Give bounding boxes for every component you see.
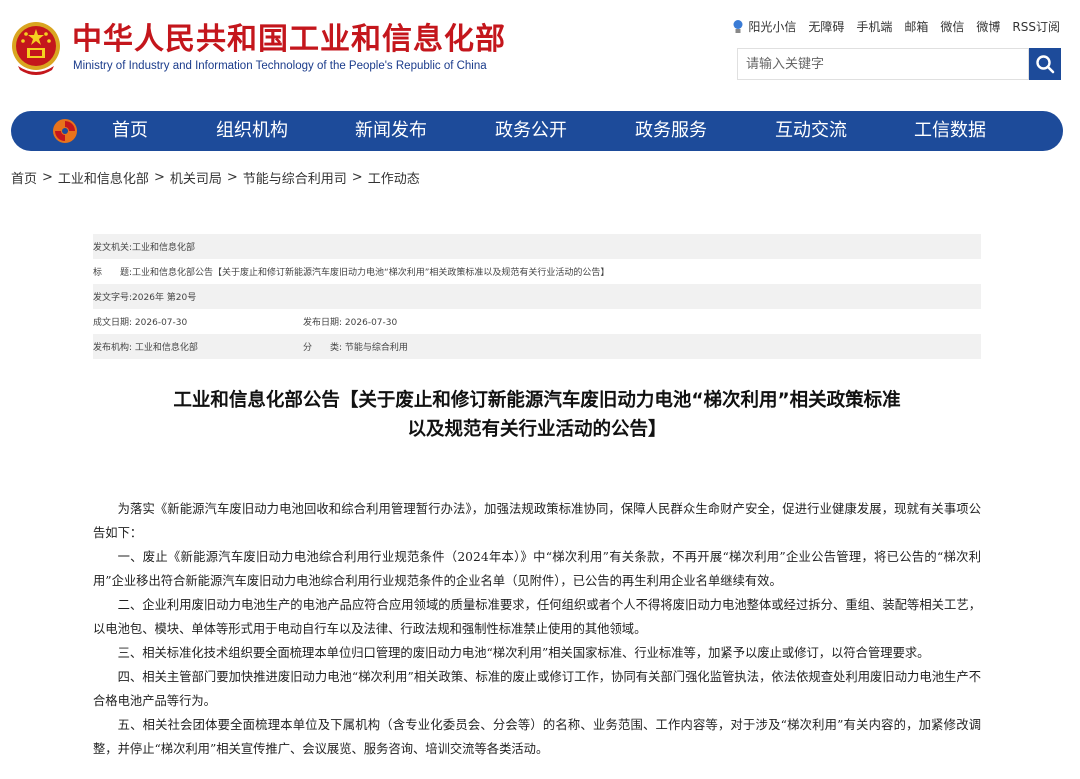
nav-item-data[interactable]: 工信数据 — [914, 111, 986, 151]
top-link-rss[interactable]: RSS订阅 — [1012, 18, 1060, 35]
top-link-accessibility[interactable]: 无障碍 — [808, 18, 844, 35]
nav-item-organization[interactable]: 组织机构 — [216, 111, 288, 151]
meta-value: 节能与综合利用 — [344, 343, 408, 353]
breadcrumb-separator: > — [226, 170, 238, 185]
meta-label: 发布机构: — [93, 343, 133, 353]
meta-value: 2026-07-30 — [134, 318, 188, 328]
top-link-weibo[interactable]: 微博 — [976, 18, 1000, 35]
article-paragraph: 为落实《新能源汽车废旧动力电池回收和综合利用管理暂行办法》，加强法规政策标准协同… — [93, 502, 981, 540]
search-icon — [1036, 55, 1055, 74]
breadcrumb-departments[interactable]: 机关司局 — [170, 168, 222, 187]
breadcrumb-work-updates[interactable]: 工作动态 — [368, 168, 420, 187]
meta-row-title: 标 题: 工业和信息化部公告【关于废止和修订新能源汽车废旧动力电池“梯次利用”相… — [93, 259, 981, 284]
breadcrumb-energy-dept[interactable]: 节能与综合利用司 — [243, 168, 347, 187]
nav-item-home[interactable]: 首页 — [112, 111, 148, 151]
meta-value: 工业和信息化部 — [134, 343, 198, 353]
top-link-mobile[interactable]: 手机端 — [856, 18, 892, 35]
meta-org: 发布机构: 工业和信息化部 — [93, 340, 303, 353]
article-paragraph: 四、相关主管部门要加快推进废旧动力电池“梯次利用”相关政策、标准的废止或修订工作… — [93, 670, 981, 708]
meta-label: 发布日期: — [303, 318, 343, 328]
document-meta-table: 发文机关: 工业和信息化部 标 题: 工业和信息化部公告【关于废止和修订新能源汽… — [93, 234, 981, 359]
meta-label: 发文字号: — [93, 293, 133, 303]
meta-row-dates: 成文日期: 2026-07-30 发布日期: 2026-07-30 — [93, 309, 981, 334]
breadcrumb-home[interactable]: 首页 — [11, 168, 37, 187]
nav-item-interaction[interactable]: 互动交流 — [775, 111, 847, 151]
site-title[interactable]: 中华人民共和国工业和信息化部 — [72, 22, 506, 58]
breadcrumb-separator: > — [42, 170, 53, 185]
meta-category: 分 类: 节能与综合利用 — [303, 340, 408, 353]
meta-published: 发布日期: 2026-07-30 — [303, 315, 397, 328]
national-emblem-icon[interactable] — [10, 20, 62, 78]
ministry-logo-icon[interactable] — [51, 117, 79, 145]
site-subtitle: Ministry of Industry and Information Tec… — [73, 60, 487, 72]
meta-label: 发文机关: — [93, 243, 133, 253]
search-button[interactable] — [1029, 48, 1061, 80]
breadcrumb-separator: > — [153, 170, 165, 185]
meta-created: 成文日期: 2026-07-30 — [93, 315, 303, 328]
meta-value: 工业和信息化部 — [132, 243, 196, 253]
article-title-line: 工业和信息化部公告【关于废止和修订新能源汽车废旧动力电池“梯次利用”相关政策标准 — [173, 390, 901, 411]
breadcrumb: 首页 > 工业和信息化部 > 机关司局 > 节能与综合利用司 > 工作动态 — [11, 168, 420, 187]
breadcrumb-ministry[interactable]: 工业和信息化部 — [58, 168, 149, 187]
top-links: 阳光小信 无障碍 手机端 邮箱 微信 微博 RSS订阅 — [732, 18, 1060, 35]
meta-label: 分 类: — [303, 343, 343, 353]
article-paragraph: 五、相关社会团体要全面梳理本单位及下属机构（含专业化委员会、分会等）的名称、业务… — [93, 718, 981, 756]
meta-row-issuer: 发文机关: 工业和信息化部 — [93, 234, 981, 259]
article-body: 为落实《新能源汽车废旧动力电池回收和综合利用管理暂行办法》，加强法规政策标准协同… — [93, 497, 981, 761]
meta-value: 2026年 第20号 — [132, 293, 197, 303]
top-link-wechat[interactable]: 微信 — [940, 18, 964, 35]
nav-item-news[interactable]: 新闻发布 — [355, 111, 427, 151]
article-title-line: 以及规范有关行业活动的公告】 — [407, 419, 667, 440]
top-link-sunshine[interactable]: 阳光小信 — [748, 18, 796, 35]
nav-item-government-affairs[interactable]: 政务公开 — [495, 111, 567, 151]
meta-row-doc-number: 发文字号: 2026年 第20号 — [93, 284, 981, 309]
search-input[interactable] — [737, 48, 1029, 80]
breadcrumb-separator: > — [351, 170, 363, 185]
meta-value: 2026-07-30 — [344, 318, 398, 328]
article-paragraph: 三、相关标准化技术组织要全面梳理本单位归口管理的废旧动力电池“梯次利用”相关国家… — [117, 646, 930, 660]
meta-value: 工业和信息化部公告【关于废止和修订新能源汽车废旧动力电池“梯次利用”相关政策标准… — [132, 268, 610, 278]
meta-label: 标 题: — [93, 268, 133, 278]
article-paragraph: 一、废止《新能源汽车废旧动力电池综合利用行业规范条件（2024年本）》中“梯次利… — [93, 550, 981, 588]
main-nav: 首页 组织机构 新闻发布 政务公开 政务服务 互动交流 工信数据 — [11, 111, 1063, 151]
meta-label: 成文日期: — [93, 318, 133, 328]
lightbulb-icon — [733, 19, 743, 33]
article-title: 工业和信息化部公告【关于废止和修订新能源汽车废旧动力电池“梯次利用”相关政策标准… — [93, 386, 981, 444]
nav-item-government-services[interactable]: 政务服务 — [635, 111, 707, 151]
top-link-email[interactable]: 邮箱 — [904, 18, 928, 35]
article-paragraph: 二、企业利用废旧动力电池生产的电池产品应符合应用领域的质量标准要求，任何组织或者… — [93, 598, 981, 636]
meta-row-org: 发布机构: 工业和信息化部 分 类: 节能与综合利用 — [93, 334, 981, 359]
site-header: 中华人民共和国工业和信息化部 Ministry of Industry and … — [0, 0, 1080, 100]
